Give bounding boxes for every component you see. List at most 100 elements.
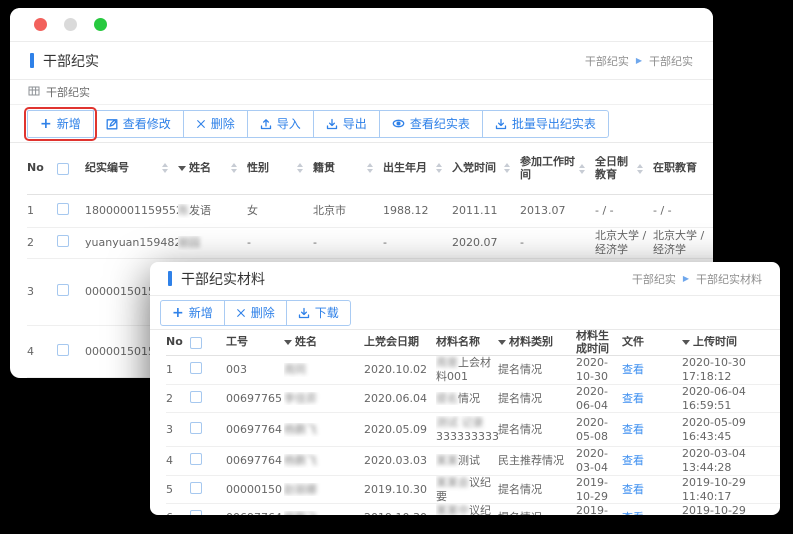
- column-header[interactable]: 籍贯: [313, 162, 383, 175]
- column-header[interactable]: 参加工作时间: [520, 156, 595, 181]
- table-cell[interactable]: 180000011595520000: [85, 204, 178, 218]
- delete-button[interactable]: 删除: [183, 110, 248, 138]
- table-cell[interactable]: 2020.05.09: [364, 423, 436, 437]
- row-checkbox[interactable]: [190, 453, 202, 465]
- table-cell[interactable]: 2020-03-04: [576, 447, 622, 475]
- sort-icon[interactable]: [367, 163, 373, 173]
- table-cell[interactable]: 2019.10.30: [364, 483, 436, 497]
- table-cell[interactable]: 00000150: [226, 483, 284, 497]
- table-cell[interactable]: 3: [27, 285, 57, 299]
- table-cell[interactable]: 2020.10.02: [364, 363, 436, 377]
- column-header[interactable]: 材料类别: [498, 336, 576, 349]
- add-button[interactable]: +新增: [27, 110, 94, 138]
- row-checkbox[interactable]: [57, 235, 69, 247]
- delete-button[interactable]: 删除: [224, 300, 287, 326]
- table-cell[interactable]: 00697765: [226, 392, 284, 406]
- table-cell[interactable]: 1: [166, 363, 190, 377]
- table-cell[interactable]: 民主推荐情况: [498, 454, 576, 468]
- add-button[interactable]: +新增: [160, 300, 225, 326]
- table-cell[interactable]: 查看: [622, 454, 682, 468]
- row-checkbox[interactable]: [190, 362, 202, 374]
- row-checkbox-cell[interactable]: [57, 344, 85, 360]
- row-checkbox-cell[interactable]: [57, 284, 85, 300]
- table-cell[interactable]: 5: [166, 483, 190, 497]
- table-cell[interactable]: 00697764: [226, 511, 284, 515]
- table-cell[interactable]: 提名情况: [498, 511, 576, 515]
- close-window-button[interactable]: [34, 18, 47, 31]
- column-header[interactable]: 出生年月: [383, 162, 452, 175]
- table-cell[interactable]: 2: [166, 392, 190, 406]
- table-cell[interactable]: 1: [27, 204, 57, 218]
- table-cell[interactable]: 提名情况: [498, 363, 576, 377]
- table-cell[interactable]: 1988.12: [383, 204, 452, 218]
- row-checkbox-cell[interactable]: [190, 453, 226, 469]
- sort-icon[interactable]: [297, 163, 303, 173]
- row-checkbox[interactable]: [190, 391, 202, 403]
- export-button[interactable]: 导出: [313, 110, 380, 138]
- table-cell[interactable]: 提名情况: [498, 483, 576, 497]
- select-all-checkbox[interactable]: [57, 163, 69, 175]
- filter-icon[interactable]: [498, 340, 506, 345]
- row-checkbox[interactable]: [190, 482, 202, 494]
- table-cell[interactable]: 3: [166, 423, 190, 437]
- sort-icon[interactable]: [162, 163, 168, 173]
- select-all-checkbox[interactable]: [190, 337, 202, 349]
- table-cell[interactable]: 2019.10.30: [364, 511, 436, 515]
- zoom-window-button[interactable]: [94, 18, 107, 31]
- table-cell[interactable]: 2: [27, 236, 57, 250]
- file-view-link[interactable]: 查看: [622, 392, 644, 405]
- column-header[interactable]: 姓名: [284, 336, 364, 349]
- row-checkbox[interactable]: [190, 510, 202, 515]
- table-cell[interactable]: 2013.07: [520, 204, 595, 218]
- sort-icon[interactable]: [579, 164, 585, 174]
- table-cell[interactable]: 北京大学 / 经济学: [595, 229, 653, 257]
- table-cell[interactable]: yuanyuan1594828800: [85, 236, 178, 250]
- row-checkbox[interactable]: [190, 422, 202, 434]
- file-view-link[interactable]: 查看: [622, 483, 644, 496]
- sort-icon[interactable]: [231, 163, 237, 173]
- column-header[interactable]: 全日制教育: [595, 156, 653, 181]
- column-header[interactable]: 入党时间: [452, 162, 520, 175]
- row-checkbox-cell[interactable]: [190, 482, 226, 498]
- table-cell[interactable]: 2020-03-04 13:44:28: [682, 447, 770, 475]
- import-button[interactable]: 导入: [247, 110, 314, 138]
- table-cell[interactable]: 2020-10-30: [576, 356, 622, 384]
- file-view-link[interactable]: 查看: [622, 363, 644, 376]
- column-header[interactable]: 姓名: [178, 162, 247, 175]
- table-cell[interactable]: 2019-10-29: [576, 476, 622, 504]
- table-cell[interactable]: -: [383, 236, 452, 250]
- table-cell[interactable]: 2020-10-30 17:18:12: [682, 356, 770, 384]
- row-checkbox-cell[interactable]: [190, 362, 226, 378]
- table-cell[interactable]: -: [520, 236, 595, 250]
- table-cell[interactable]: 查看: [622, 392, 682, 406]
- row-checkbox-cell[interactable]: [57, 235, 85, 251]
- table-cell[interactable]: 2020-05-09 16:43:45: [682, 416, 770, 444]
- view-record-sheet-button[interactable]: 查看纪实表: [379, 110, 483, 138]
- table-cell[interactable]: 4: [166, 454, 190, 468]
- filter-icon[interactable]: [284, 340, 292, 345]
- table-cell[interactable]: 2020.03.03: [364, 454, 436, 468]
- table-cell[interactable]: 2020.06.04: [364, 392, 436, 406]
- table-cell[interactable]: 2020-06-04 16:59:51: [682, 385, 770, 413]
- select-all-cell[interactable]: [57, 163, 85, 175]
- batch-export-record-sheet-button[interactable]: 批量导出纪实表: [482, 110, 609, 138]
- table-cell[interactable]: 00697764: [226, 454, 284, 468]
- column-header[interactable]: 上传时间: [682, 336, 770, 349]
- table-cell[interactable]: 2020-05-08: [576, 416, 622, 444]
- table-cell[interactable]: 2020.07: [452, 236, 520, 250]
- filter-icon[interactable]: [178, 166, 186, 171]
- table-cell[interactable]: 查看: [622, 423, 682, 437]
- row-checkbox-cell[interactable]: [190, 510, 226, 515]
- filter-icon[interactable]: [682, 340, 690, 345]
- row-checkbox-cell[interactable]: [57, 203, 85, 219]
- column-header[interactable]: 性别: [247, 162, 313, 175]
- table-cell[interactable]: 北京大学 / 经济学: [653, 229, 713, 257]
- row-checkbox-cell[interactable]: [190, 391, 226, 407]
- table-cell[interactable]: 2020-06-04: [576, 385, 622, 413]
- table-cell[interactable]: 003: [226, 363, 284, 377]
- file-view-link[interactable]: 查看: [622, 423, 644, 436]
- table-cell[interactable]: 查看: [622, 363, 682, 377]
- table-cell[interactable]: 6: [166, 511, 190, 515]
- view-edit-button[interactable]: 查看修改: [93, 110, 184, 138]
- row-checkbox[interactable]: [57, 344, 69, 356]
